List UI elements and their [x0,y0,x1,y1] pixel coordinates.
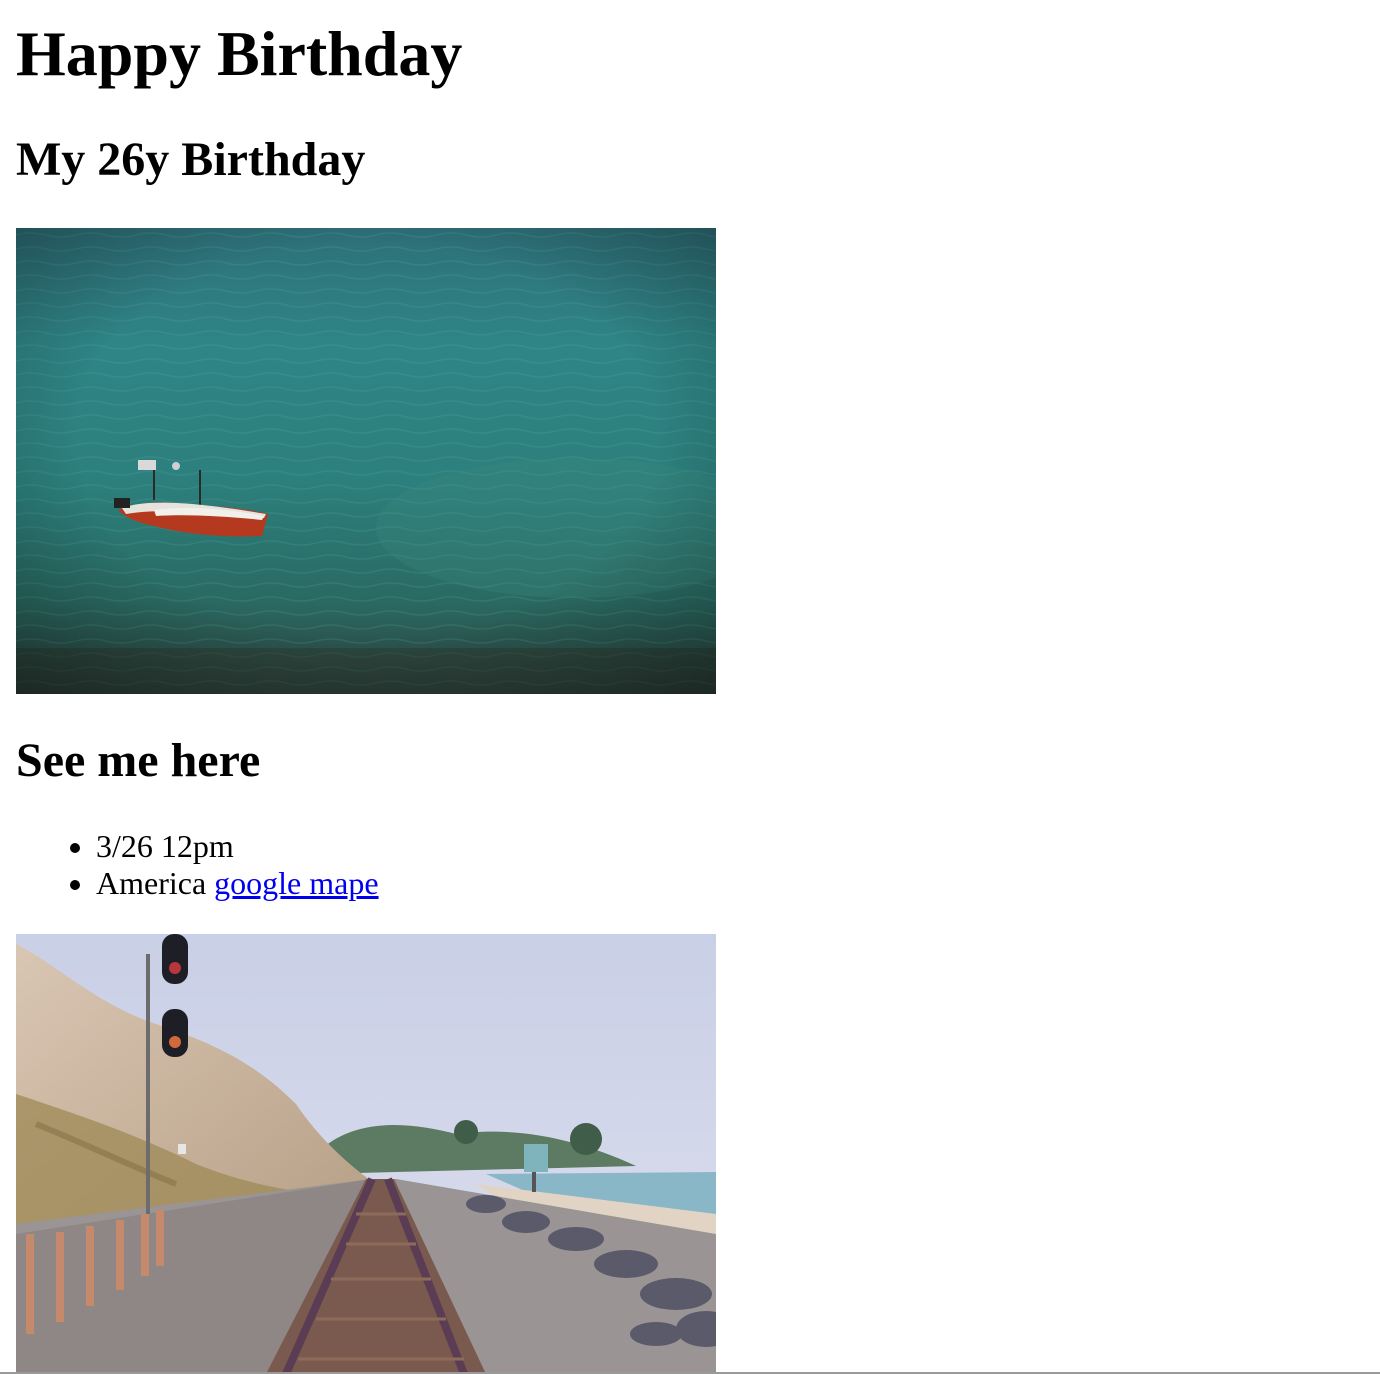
event-location: America [96,865,207,901]
page-title: Happy Birthday [16,18,463,89]
google-map-link[interactable]: google mape [214,865,378,901]
list-item-time: 3/26 12pm [96,828,379,865]
railway-photo [16,934,716,1374]
list-item-location: America google mape [96,865,379,902]
event-time: 3/26 12pm [96,828,234,864]
section-title: See me here [16,734,261,787]
boat-photo [16,228,716,694]
birthday-subtitle: My 26y Birthday [16,133,366,186]
event-details-list: 3/26 12pm America google mape [16,828,379,902]
